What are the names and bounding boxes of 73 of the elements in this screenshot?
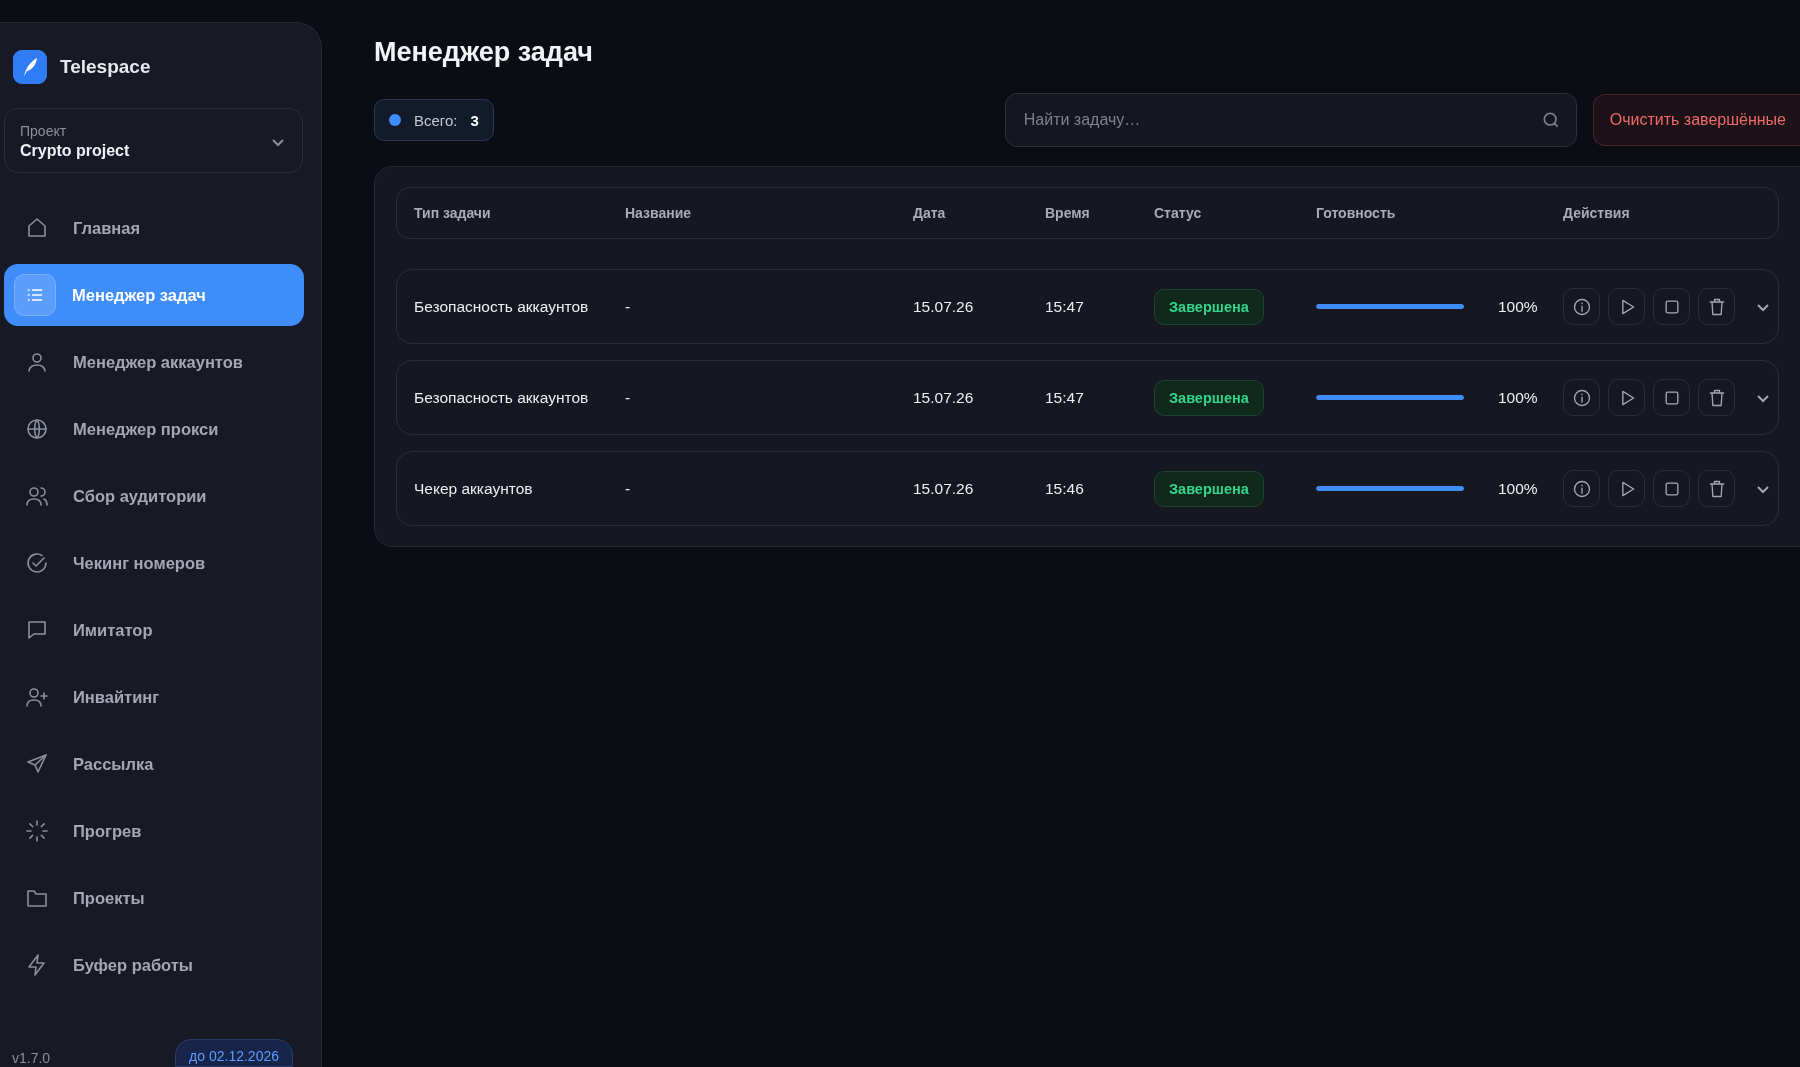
column-header: Готовность: [1316, 205, 1397, 221]
play-button[interactable]: [1608, 470, 1645, 507]
sidebar-item[interactable]: Буфер работы: [4, 934, 304, 996]
users-icon: [25, 484, 49, 508]
check-circle-icon: [25, 551, 49, 575]
page-title: Менеджер задач: [374, 37, 594, 68]
progress-reading: 100%: [1498, 297, 1539, 316]
table-cell-text: Безопасность аккаунтов: [414, 388, 590, 407]
delete-button[interactable]: [1698, 288, 1735, 325]
table-cell-text: Чекер аккаунтов: [414, 479, 534, 498]
sidebar-item[interactable]: Рассылка: [4, 733, 304, 795]
project-label: Проект: [20, 123, 68, 139]
loader-icon: [25, 819, 49, 843]
info-icon: [1571, 296, 1592, 317]
table-cell-text: 15.07.26: [913, 479, 975, 498]
paper-plane-icon: [25, 752, 49, 776]
progress-reading: 100%: [1498, 388, 1539, 407]
project-value: Crypto project: [20, 142, 130, 160]
info-button[interactable]: [1563, 288, 1600, 325]
sidebar-item[interactable]: Проекты: [4, 867, 304, 929]
user-plus-icon: [25, 685, 49, 709]
column-header: Статус: [1154, 205, 1203, 221]
table-cell-text: -: [625, 388, 632, 407]
sidebar-item[interactable]: Главная: [4, 197, 304, 259]
feather-logo-icon: [13, 50, 47, 84]
play-button[interactable]: [1608, 379, 1645, 416]
progress-reading: 100%: [1498, 479, 1539, 498]
total-count: 3: [470, 111, 479, 129]
info-icon: [1571, 387, 1592, 408]
table-cell-text: 15.07.26: [913, 388, 975, 407]
status-dot-icon: [389, 114, 401, 126]
info-button[interactable]: [1563, 379, 1600, 416]
sidebar-item[interactable]: Менеджер прокси: [4, 398, 304, 460]
app-name: Telespace: [60, 56, 151, 78]
info-button[interactable]: [1563, 470, 1600, 507]
table-cell-text: 15:47: [1045, 297, 1085, 316]
column-header: Дата: [913, 205, 947, 221]
table-cell-text: 15:47: [1045, 388, 1085, 407]
sidebar-item[interactable]: Прогрев: [4, 800, 304, 862]
table-cell-text: 15.07.26: [913, 297, 975, 316]
version-label: v1.7.0: [12, 1050, 51, 1067]
table-cell-text: 15:46: [1045, 479, 1085, 498]
globe-icon: [25, 417, 49, 441]
play-button[interactable]: [1608, 288, 1645, 325]
sidebar-item[interactable]: Менеджер аккаунтов: [4, 331, 304, 393]
table-cell-text: Безопасность аккаунтов: [414, 297, 590, 316]
sidebar-item[interactable]: Инвайтинг: [4, 666, 304, 728]
status-badge: Завершена: [1154, 470, 1264, 507]
info-icon: [1571, 478, 1592, 499]
column-header: Тип задачи: [414, 205, 492, 221]
delete-button[interactable]: [1698, 379, 1735, 416]
column-header: Название: [625, 205, 693, 221]
status-badge: Завершена: [1154, 288, 1264, 325]
project-select[interactable]: Проект Crypto project: [4, 108, 303, 173]
user-icon: [25, 350, 49, 374]
delete-button[interactable]: [1698, 470, 1735, 507]
home-icon: [25, 216, 49, 240]
clear-completed-button[interactable]: Очистить завершённые: [1592, 94, 1800, 146]
sidebar-item[interactable]: Чекинг номеров: [4, 532, 304, 594]
stop-button[interactable]: [1653, 288, 1690, 325]
chat-icon: [25, 618, 49, 642]
stop-button[interactable]: [1653, 470, 1690, 507]
table-cell-text: -: [625, 479, 632, 498]
sidebar-item[interactable]: Имитатор: [4, 599, 304, 661]
status-badge: Завершена: [1154, 379, 1264, 416]
column-header: Действия: [1563, 205, 1631, 221]
stop-button[interactable]: [1653, 379, 1690, 416]
license-badge: до 02.12.2026: [175, 1039, 293, 1067]
total-label: Всего:: [414, 111, 458, 129]
sidebar-item[interactable]: Сбор аудитории: [4, 465, 304, 527]
column-header: Время: [1045, 205, 1091, 221]
search-field[interactable]: Найти задачу…: [1004, 93, 1577, 147]
table-cell-text: -: [625, 297, 632, 316]
